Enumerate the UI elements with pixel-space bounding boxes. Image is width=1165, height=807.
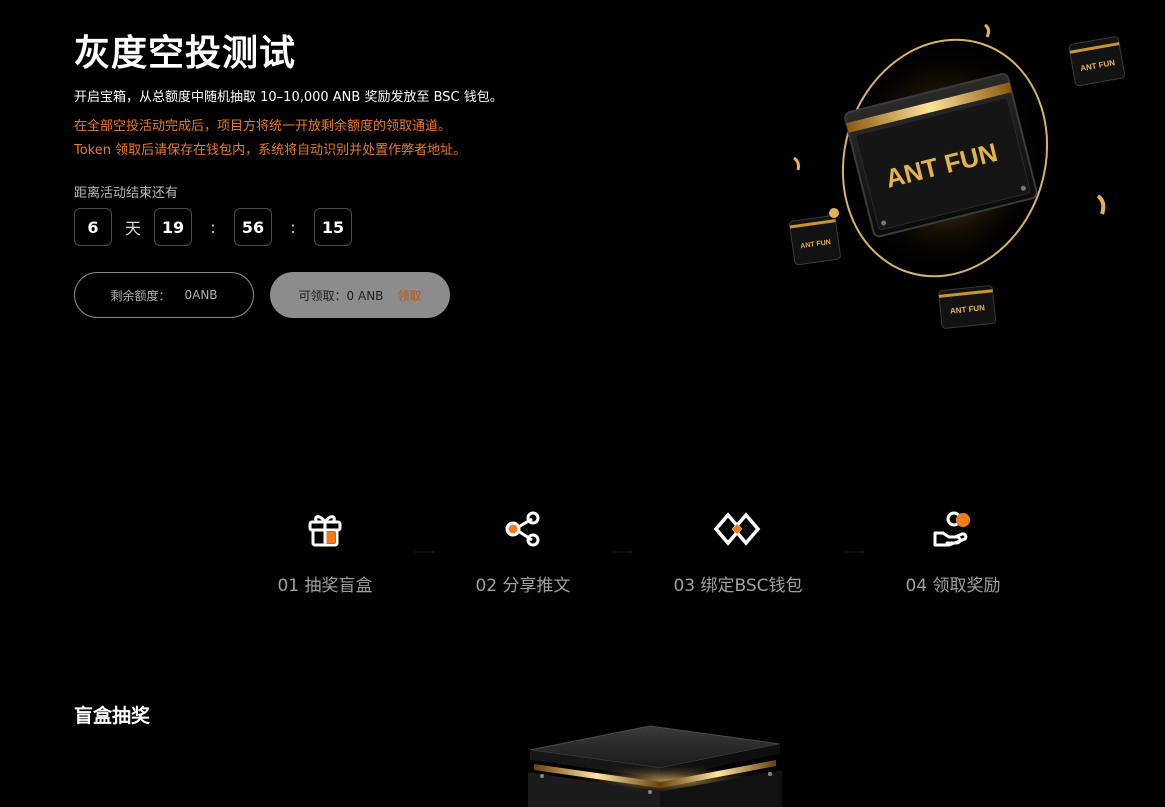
step-1-label: 01 抽奖盲盒: [277, 576, 373, 596]
countdown-label: 距离活动结束还有: [74, 186, 179, 201]
blind-box-illustration: [528, 725, 790, 807]
gift-icon: [301, 505, 349, 553]
step-3: 03 绑定BSC钱包: [668, 505, 808, 596]
countdown-separator: :: [290, 217, 296, 237]
remaining-quota-pill: 剩余额度： 0ANB: [74, 272, 254, 318]
countdown-minutes: 56: [234, 208, 272, 246]
claim-button[interactable]: 领取: [397, 287, 421, 304]
share-icon: [499, 505, 547, 553]
step-3-label: 03 绑定BSC钱包: [673, 576, 803, 596]
blind-box-image[interactable]: [520, 722, 790, 807]
countdown-hours: 19: [154, 208, 192, 246]
blind-box-section-title: 盲盒抽奖: [74, 705, 151, 727]
page-description: 开启宝箱，从总额度中随机抽取 10–10,000 ANB 奖励发放至 BSC 钱…: [74, 90, 503, 105]
page-title: 灰度空投测试: [74, 33, 297, 74]
remaining-quota-label: 剩余额度：: [110, 288, 171, 303]
hero-illustration: ANT FUN ANT FUN ANT FUN ANT FUN: [789, 23, 1125, 329]
warning-text-1: 在全部空投活动完成后，项目方将统一开放剩余额度的领取通道。: [74, 119, 452, 134]
claimable-pill: 可领取：0 ANB 领取: [270, 272, 450, 318]
claimable-label: 可领取：0 ANB: [298, 288, 384, 303]
bsc-icon: [714, 505, 762, 553]
step-4-label: 04 领取奖励: [905, 576, 1001, 596]
countdown-seconds: 15: [314, 208, 352, 246]
countdown-days: 6: [74, 208, 112, 246]
hero-treasure-art: ANT FUN ANT FUN ANT FUN ANT FUN: [780, 10, 1140, 340]
countdown-separator: :: [210, 217, 216, 237]
steps-flow: 01 抽奖盲盒 02 分享推文 03 绑定BSC钱包 04 领取奖励: [0, 505, 1165, 605]
step-2: 02 分享推文: [468, 505, 578, 596]
step-1: 01 抽奖盲盒: [270, 505, 380, 596]
remaining-quota-value: 0ANB: [184, 288, 218, 302]
step-4: 04 领取奖励: [898, 505, 1008, 596]
arrow-right-icon: [611, 551, 632, 553]
arrow-right-icon: [843, 551, 864, 553]
arrow-right-icon: [413, 551, 434, 553]
warning-text-2: Token 领取后请保存在钱包内，系统将自动识别并处置作弊者地址。: [74, 143, 467, 158]
step-2-label: 02 分享推文: [475, 576, 571, 596]
airdrop-page: 灰度空投测试 开启宝箱，从总额度中随机抽取 10–10,000 ANB 奖励发放…: [0, 0, 1165, 807]
countdown-timer: 6 天 19 : 56 : 15: [74, 208, 352, 246]
countdown-days-unit: 天: [124, 219, 141, 238]
hand-coin-icon: [929, 505, 977, 553]
